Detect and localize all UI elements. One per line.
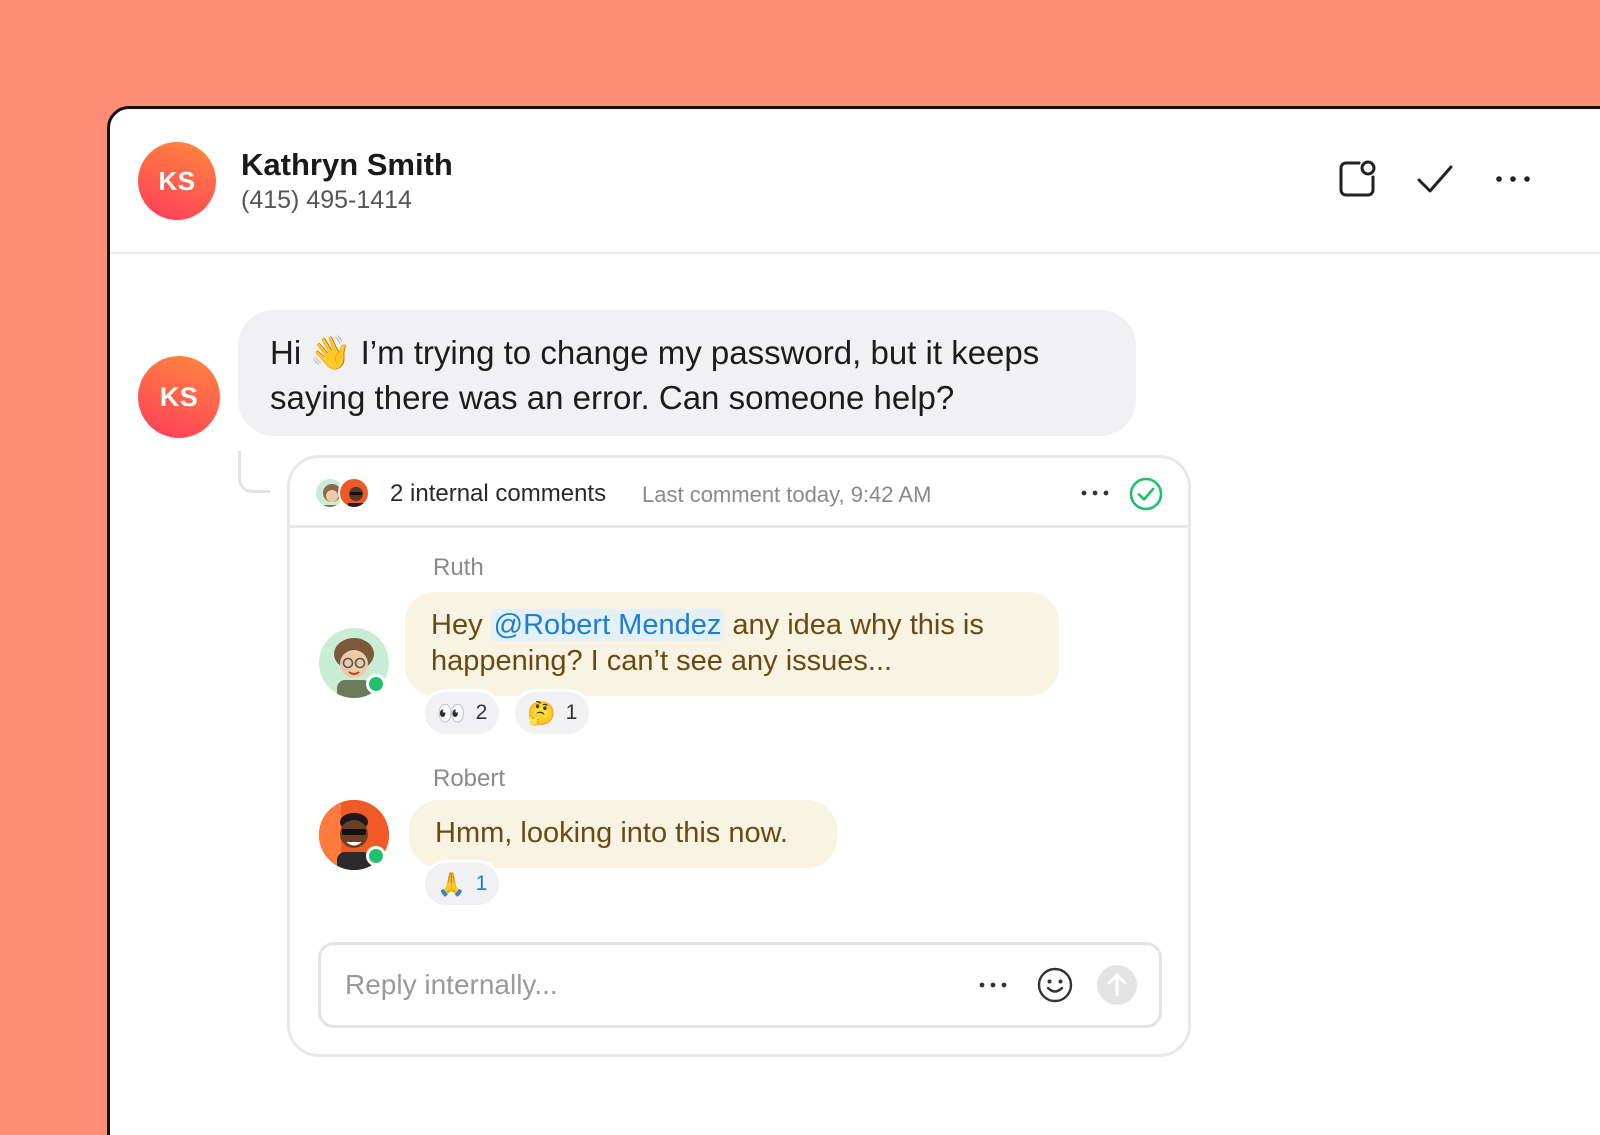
more-icon bbox=[1496, 176, 1530, 182]
robert-mini-avatar bbox=[338, 477, 370, 509]
reaction-eyes[interactable]: 👀 2 bbox=[422, 689, 503, 737]
comment-text-start: Hey bbox=[431, 609, 491, 641]
more-options-button[interactable] bbox=[1491, 157, 1535, 201]
pray-emoji: 🙏 bbox=[437, 870, 466, 897]
snooze-button[interactable] bbox=[1335, 157, 1379, 201]
contact-name: Kathryn Smith bbox=[241, 147, 453, 182]
thinking-emoji: 🤔 bbox=[527, 699, 556, 726]
reply-input[interactable] bbox=[345, 965, 945, 1005]
online-indicator bbox=[366, 846, 386, 866]
thread-header[interactable]: 2 internal comments Last comment today, … bbox=[290, 458, 1188, 528]
mention-link[interactable]: @Robert Mendez bbox=[490, 609, 725, 641]
thread-title: 2 internal comments bbox=[390, 480, 607, 507]
more-icon bbox=[979, 982, 1007, 988]
conversation-header: KS Kathryn Smith (415) 495-1414 bbox=[110, 109, 1600, 254]
message-text-start: Hi bbox=[270, 334, 311, 371]
thread-connector bbox=[238, 451, 270, 493]
snooze-icon bbox=[1339, 160, 1376, 197]
reaction-count: 1 bbox=[475, 872, 488, 895]
reply-more-button[interactable] bbox=[973, 965, 1013, 1005]
eyes-emoji: 👀 bbox=[437, 699, 466, 726]
thread-more-button[interactable] bbox=[1078, 478, 1112, 508]
customer-message: Hi 👋 I’m trying to change my password, b… bbox=[238, 310, 1136, 436]
contact-phone: (415) 495-1414 bbox=[241, 186, 412, 214]
send-button[interactable] bbox=[1097, 965, 1137, 1005]
wave-emoji: 👋 bbox=[310, 334, 352, 371]
check-circle-icon bbox=[1129, 477, 1163, 511]
resolve-thread-button[interactable] bbox=[1128, 476, 1164, 512]
smiley-icon bbox=[1037, 967, 1073, 1003]
ruth-comment-bubble: Hey @Robert Mendez any idea why this is … bbox=[405, 592, 1059, 696]
online-indicator bbox=[366, 674, 386, 694]
reaction-thinking[interactable]: 🤔 1 bbox=[512, 689, 593, 737]
reaction-count: 1 bbox=[565, 701, 578, 724]
internal-comments-thread: 2 internal comments Last comment today, … bbox=[287, 455, 1191, 1057]
close-conversation-button[interactable] bbox=[1413, 157, 1457, 201]
more-icon bbox=[1081, 490, 1109, 496]
reaction-pray[interactable]: 🙏 1 bbox=[422, 860, 503, 908]
send-arrow-icon bbox=[1097, 965, 1137, 1005]
message-avatar: KS bbox=[138, 356, 220, 438]
conversation-window: KS Kathryn Smith (415) 495-1414 KS Hi 👋 … bbox=[107, 106, 1600, 1135]
thread-last-comment: Last comment today, 9:42 AM bbox=[642, 482, 932, 507]
message-text-end: I’m trying to change my password, but it… bbox=[270, 334, 1040, 416]
comment-author: Robert bbox=[433, 765, 506, 792]
contact-avatar: KS bbox=[138, 142, 216, 220]
reply-box bbox=[318, 942, 1162, 1028]
comment-author: Ruth bbox=[433, 554, 484, 581]
robert-memoji-icon bbox=[348, 487, 364, 507]
robert-comment-bubble: Hmm, looking into this now. bbox=[409, 800, 837, 868]
check-icon bbox=[1417, 165, 1453, 193]
reaction-count: 2 bbox=[475, 701, 488, 724]
emoji-picker-button[interactable] bbox=[1035, 965, 1075, 1005]
